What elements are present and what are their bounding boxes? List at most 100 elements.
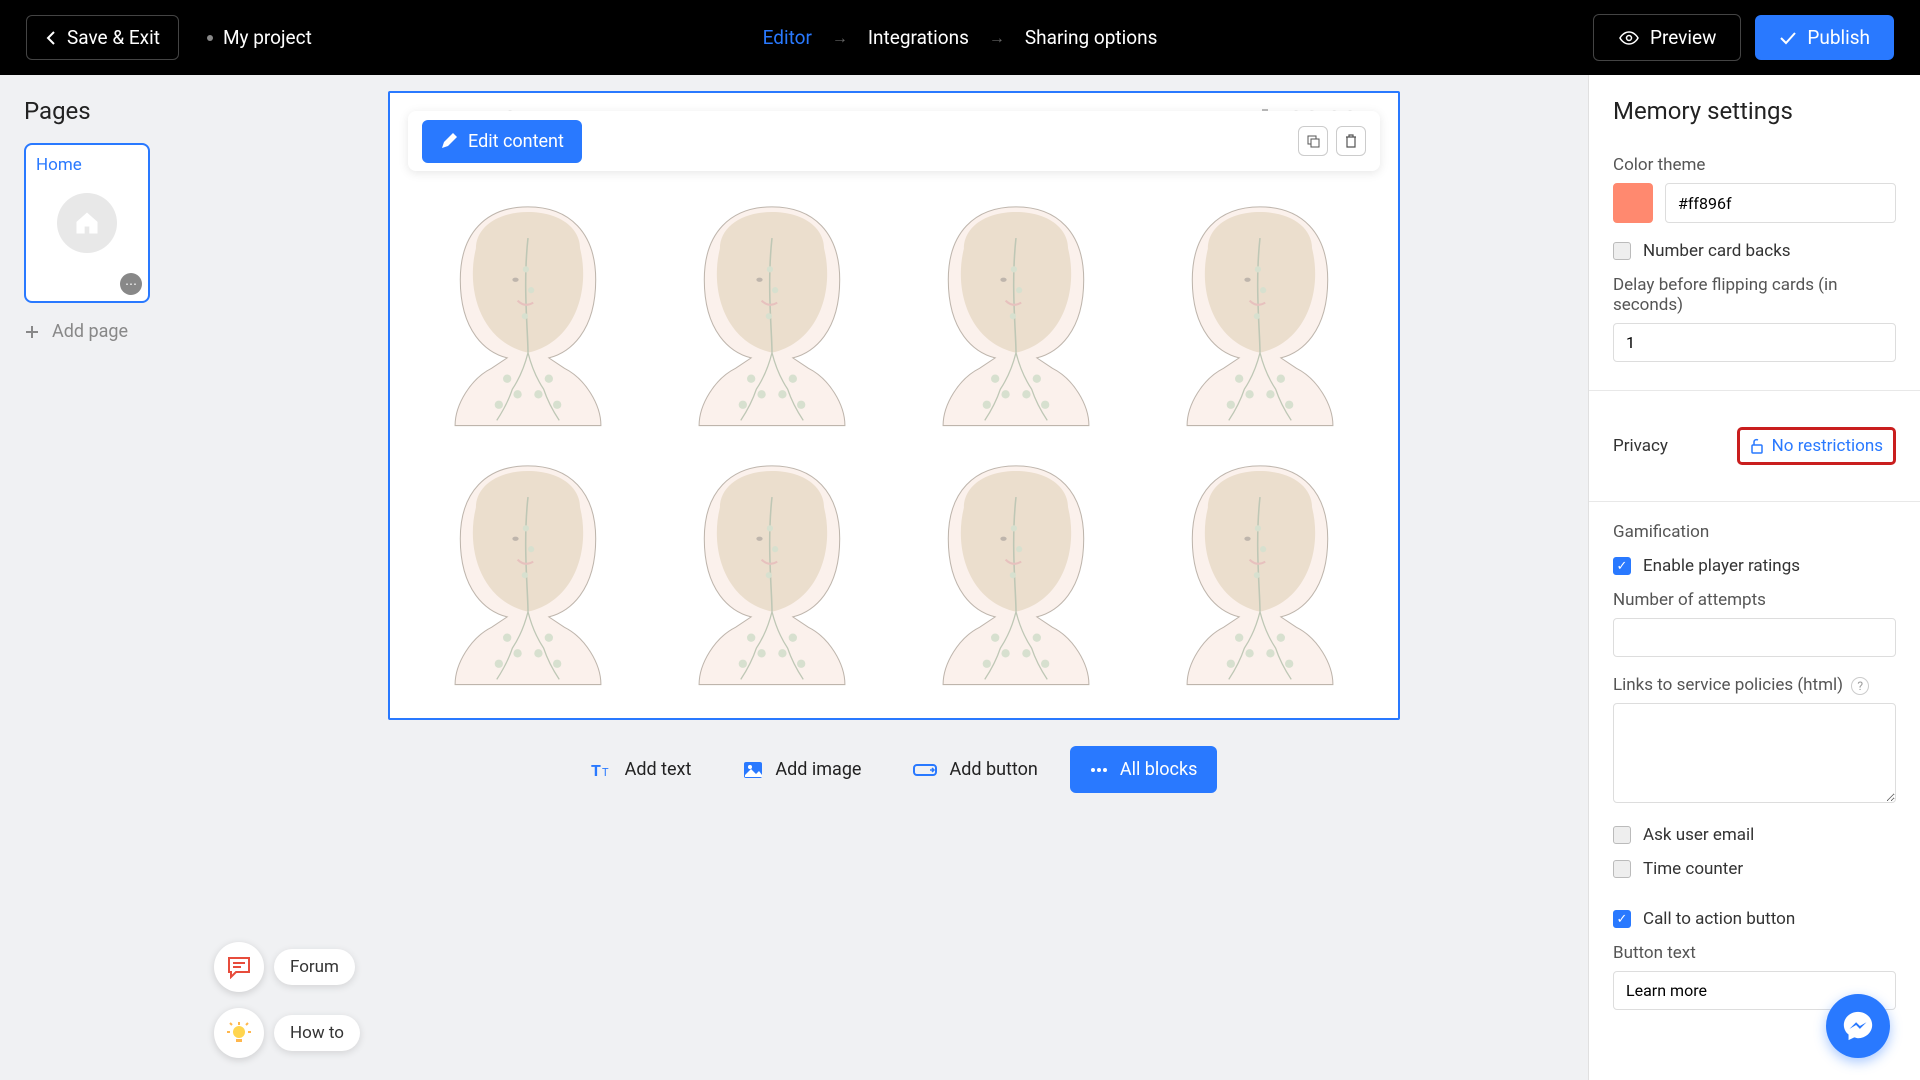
help-icon[interactable]: ? <box>1851 677 1869 695</box>
messenger-icon <box>1841 1009 1875 1043</box>
forum-label: Forum <box>274 949 355 985</box>
image-icon <box>743 761 763 779</box>
add-page-button[interactable]: Add page <box>24 321 176 342</box>
button-text-label: Button text <box>1613 943 1896 963</box>
memory-card-grid <box>396 111 1392 700</box>
button-icon <box>913 762 937 778</box>
unsaved-dot-icon <box>207 35 213 41</box>
topbar-nav: Editor → Integrations → Sharing options <box>763 26 1158 49</box>
ask-email-checkbox[interactable]: Ask user email <box>1613 825 1896 845</box>
messenger-fab[interactable] <box>1826 994 1890 1058</box>
time-counter-label: Time counter <box>1643 859 1743 879</box>
delay-label: Delay before flipping cards (in seconds) <box>1613 275 1896 315</box>
add-button-button[interactable]: Add button <box>893 746 1057 793</box>
page-thumb-home[interactable]: Home ⋯ <box>24 143 150 303</box>
settings-panel: Memory settings Color theme Number card … <box>1588 75 1920 1080</box>
pages-panel: Pages Home ⋯ Add page <box>0 75 200 1080</box>
privacy-link-text: No restrictions <box>1772 436 1883 456</box>
policies-label: Links to service policies (html) ? <box>1613 675 1896 695</box>
topbar-right: Preview Publish <box>1593 14 1894 61</box>
memory-card[interactable] <box>906 181 1126 441</box>
memory-card[interactable] <box>906 441 1126 701</box>
cta-checkbox[interactable]: ✓ Call to action button <box>1613 909 1896 929</box>
nav-arrow-icon: → <box>989 28 1005 48</box>
checkbox-icon <box>1613 826 1631 844</box>
number-card-backs-checkbox[interactable]: Number card backs <box>1613 241 1896 261</box>
cta-label: Call to action button <box>1643 909 1795 929</box>
dots-icon <box>1090 767 1108 773</box>
publish-button[interactable]: Publish <box>1755 15 1894 60</box>
checkbox-icon <box>1613 860 1631 878</box>
memory-card[interactable] <box>662 181 882 441</box>
forum-pill[interactable]: Forum <box>214 942 360 992</box>
unlock-icon <box>1750 438 1764 454</box>
project-name-text: My project <box>223 26 312 49</box>
memory-card[interactable] <box>662 441 882 701</box>
publish-label: Publish <box>1807 26 1870 49</box>
topbar-left: Save & Exit My project <box>26 15 312 60</box>
save-exit-label: Save & Exit <box>67 26 160 49</box>
enable-ratings-checkbox[interactable]: ✓ Enable player ratings <box>1613 556 1896 576</box>
page-more-icon[interactable]: ⋯ <box>120 273 142 295</box>
add-image-label: Add image <box>775 759 861 780</box>
privacy-label: Privacy <box>1613 436 1668 456</box>
copy-icon <box>1306 134 1321 149</box>
memory-card[interactable] <box>418 441 638 701</box>
gamification-heading: Gamification <box>1613 522 1896 542</box>
block-toolbar: TT Add text Add image Add button All blo… <box>571 746 1218 793</box>
plus-icon <box>24 324 40 340</box>
help-pills: Forum How to <box>214 942 360 1058</box>
checkbox-icon <box>1613 242 1631 260</box>
all-blocks-label: All blocks <box>1120 759 1198 780</box>
add-text-label: Add text <box>625 759 692 780</box>
svg-text:T: T <box>602 766 609 779</box>
attempts-input[interactable] <box>1613 618 1896 657</box>
delay-input[interactable] <box>1613 323 1896 362</box>
memory-card[interactable] <box>1150 181 1370 441</box>
chevron-left-icon <box>45 30 57 46</box>
privacy-link[interactable]: No restrictions <box>1737 427 1896 465</box>
card-illustration <box>1155 186 1365 436</box>
color-value-input[interactable] <box>1665 183 1896 223</box>
howto-label: How to <box>274 1015 360 1051</box>
canvas-area: oves: 0 00:00 Edit content <box>200 75 1588 1080</box>
block-actions <box>1298 126 1366 156</box>
memory-card[interactable] <box>1150 441 1370 701</box>
card-illustration <box>1155 445 1365 695</box>
nav-integrations[interactable]: Integrations <box>868 26 969 49</box>
add-image-button[interactable]: Add image <box>723 746 881 793</box>
card-illustration <box>911 445 1121 695</box>
card-illustration <box>667 186 877 436</box>
divider <box>1589 501 1920 502</box>
canvas-frame[interactable]: oves: 0 00:00 Edit content <box>388 91 1400 720</box>
time-counter-checkbox[interactable]: Time counter <box>1613 859 1896 879</box>
pencil-icon <box>440 132 458 150</box>
checkbox-checked-icon: ✓ <box>1613 910 1631 928</box>
delete-button[interactable] <box>1336 126 1366 156</box>
nav-editor[interactable]: Editor <box>763 26 812 49</box>
preview-button[interactable]: Preview <box>1593 14 1741 61</box>
all-blocks-button[interactable]: All blocks <box>1070 746 1218 793</box>
add-text-button[interactable]: TT Add text <box>571 746 712 793</box>
policies-textarea[interactable] <box>1613 703 1896 803</box>
copy-button[interactable] <box>1298 126 1328 156</box>
trash-icon <box>1344 133 1358 149</box>
card-illustration <box>911 186 1121 436</box>
card-illustration <box>423 445 633 695</box>
memory-card[interactable] <box>418 181 638 441</box>
number-backs-label: Number card backs <box>1643 241 1791 261</box>
add-page-label: Add page <box>52 321 128 342</box>
attempts-label: Number of attempts <box>1613 590 1896 610</box>
nav-sharing[interactable]: Sharing options <box>1025 26 1158 49</box>
save-exit-button[interactable]: Save & Exit <box>26 15 179 60</box>
howto-pill[interactable]: How to <box>214 1008 360 1058</box>
color-theme-label: Color theme <box>1613 155 1896 175</box>
edit-content-button[interactable]: Edit content <box>422 120 582 163</box>
lightbulb-icon <box>214 1008 264 1058</box>
color-swatch[interactable] <box>1613 183 1653 223</box>
pages-title: Pages <box>24 97 176 125</box>
topbar: Save & Exit My project Editor → Integrat… <box>0 0 1920 75</box>
card-illustration <box>667 445 877 695</box>
text-icon: TT <box>591 761 613 779</box>
project-name[interactable]: My project <box>207 26 312 49</box>
